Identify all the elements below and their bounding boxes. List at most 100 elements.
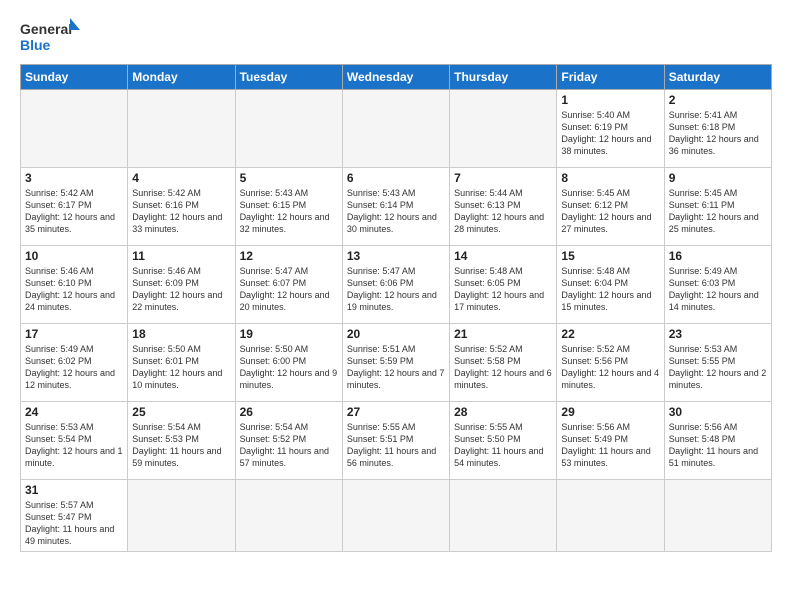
week-row-0: 1Sunrise: 5:40 AM Sunset: 6:19 PM Daylig… [21,90,772,168]
col-header-thursday: Thursday [450,65,557,90]
calendar-cell: 21 Sunrise: 5:52 AM Sunset: 5:58 PM Dayli… [450,324,557,402]
day-number: 12 [240,249,338,263]
logo-svg: GeneralBlue [20,16,80,56]
day-info: Sunrise: 5:47 AM Sunset: 6:07 PM Dayligh… [240,265,338,314]
day-info: Sunrise: 5:53 AM Sunset: 5:55 PM Dayligh… [669,343,767,392]
calendar-cell: 8 Sunrise: 5:45 AM Sunset: 6:12 PM Daylig… [557,168,664,246]
day-info: Sunrise: 5:55 AM Sunset: 5:51 PM Dayligh… [347,421,445,470]
day-info: Sunrise: 5:49 AM Sunset: 6:03 PM Dayligh… [669,265,767,314]
day-info: Sunrise: 5:42 AM Sunset: 6:17 PM Dayligh… [25,187,123,236]
calendar-cell [128,480,235,552]
day-number: 21 [454,327,552,341]
day-number: 27 [347,405,445,419]
calendar-cell: 24 Sunrise: 5:53 AM Sunset: 5:54 PM Dayli… [21,402,128,480]
calendar-cell: 16 Sunrise: 5:49 AM Sunset: 6:03 PM Dayli… [664,246,771,324]
calendar-cell [450,480,557,552]
calendar-cell: 1Sunrise: 5:40 AM Sunset: 6:19 PM Daylig… [557,90,664,168]
calendar-cell: 15 Sunrise: 5:48 AM Sunset: 6:04 PM Dayli… [557,246,664,324]
day-number: 14 [454,249,552,263]
calendar-cell [128,90,235,168]
svg-text:Blue: Blue [20,37,51,53]
calendar-cell: 30Sunrise: 5:56 AM Sunset: 5:48 PM Dayli… [664,402,771,480]
day-info: Sunrise: 5:46 AM Sunset: 6:10 PM Dayligh… [25,265,123,314]
day-number: 20 [347,327,445,341]
day-info: Sunrise: 5:48 AM Sunset: 6:04 PM Dayligh… [561,265,659,314]
calendar-cell: 22Sunrise: 5:52 AM Sunset: 5:56 PM Dayli… [557,324,664,402]
day-info: Sunrise: 5:50 AM Sunset: 6:00 PM Dayligh… [240,343,338,392]
calendar-cell: 18Sunrise: 5:50 AM Sunset: 6:01 PM Dayli… [128,324,235,402]
calendar-cell: 4 Sunrise: 5:42 AM Sunset: 6:16 PM Daylig… [128,168,235,246]
day-number: 28 [454,405,552,419]
col-header-tuesday: Tuesday [235,65,342,90]
day-number: 6 [347,171,445,185]
day-info: Sunrise: 5:53 AM Sunset: 5:54 PM Dayligh… [25,421,123,470]
day-info: Sunrise: 5:48 AM Sunset: 6:05 PM Dayligh… [454,265,552,314]
col-header-monday: Monday [128,65,235,90]
day-number: 3 [25,171,123,185]
calendar-cell: 19Sunrise: 5:50 AM Sunset: 6:00 PM Dayli… [235,324,342,402]
day-number: 15 [561,249,659,263]
day-number: 31 [25,483,123,497]
calendar-cell: 2 Sunrise: 5:41 AM Sunset: 6:18 PM Daylig… [664,90,771,168]
calendar-cell: 14 Sunrise: 5:48 AM Sunset: 6:05 PM Dayli… [450,246,557,324]
calendar-cell: 3 Sunrise: 5:42 AM Sunset: 6:17 PM Daylig… [21,168,128,246]
day-info: Sunrise: 5:55 AM Sunset: 5:50 PM Dayligh… [454,421,552,470]
day-info: Sunrise: 5:44 AM Sunset: 6:13 PM Dayligh… [454,187,552,236]
calendar-cell: 9Sunrise: 5:45 AM Sunset: 6:11 PM Daylig… [664,168,771,246]
week-row-3: 17 Sunrise: 5:49 AM Sunset: 6:02 PM Dayli… [21,324,772,402]
calendar-cell: 12 Sunrise: 5:47 AM Sunset: 6:07 PM Dayli… [235,246,342,324]
day-info: Sunrise: 5:42 AM Sunset: 6:16 PM Dayligh… [132,187,230,236]
day-info: Sunrise: 5:46 AM Sunset: 6:09 PM Dayligh… [132,265,230,314]
day-number: 8 [561,171,659,185]
day-info: Sunrise: 5:51 AM Sunset: 5:59 PM Dayligh… [347,343,445,392]
day-info: Sunrise: 5:41 AM Sunset: 6:18 PM Dayligh… [669,109,767,158]
calendar-cell [235,90,342,168]
calendar-cell [235,480,342,552]
col-header-saturday: Saturday [664,65,771,90]
day-info: Sunrise: 5:52 AM Sunset: 5:58 PM Dayligh… [454,343,552,392]
day-number: 13 [347,249,445,263]
day-number: 23 [669,327,767,341]
calendar-header-row: SundayMondayTuesdayWednesdayThursdayFrid… [21,65,772,90]
day-info: Sunrise: 5:49 AM Sunset: 6:02 PM Dayligh… [25,343,123,392]
day-number: 4 [132,171,230,185]
day-number: 16 [669,249,767,263]
calendar-cell [664,480,771,552]
page: GeneralBlue SundayMondayTuesdayWednesday… [0,0,792,612]
day-number: 25 [132,405,230,419]
week-row-2: 10Sunrise: 5:46 AM Sunset: 6:10 PM Dayli… [21,246,772,324]
col-header-sunday: Sunday [21,65,128,90]
calendar-cell: 28 Sunrise: 5:55 AM Sunset: 5:50 PM Dayli… [450,402,557,480]
calendar-cell: 29 Sunrise: 5:56 AM Sunset: 5:49 PM Dayli… [557,402,664,480]
calendar-cell: 13Sunrise: 5:47 AM Sunset: 6:06 PM Dayli… [342,246,449,324]
day-info: Sunrise: 5:52 AM Sunset: 5:56 PM Dayligh… [561,343,659,392]
day-info: Sunrise: 5:43 AM Sunset: 6:15 PM Dayligh… [240,187,338,236]
day-number: 9 [669,171,767,185]
calendar-cell: 20 Sunrise: 5:51 AM Sunset: 5:59 PM Dayli… [342,324,449,402]
day-info: Sunrise: 5:45 AM Sunset: 6:12 PM Dayligh… [561,187,659,236]
calendar-cell: 25Sunrise: 5:54 AM Sunset: 5:53 PM Dayli… [128,402,235,480]
calendar-cell: 7 Sunrise: 5:44 AM Sunset: 6:13 PM Daylig… [450,168,557,246]
calendar-cell: 26Sunrise: 5:54 AM Sunset: 5:52 PM Dayli… [235,402,342,480]
calendar: SundayMondayTuesdayWednesdayThursdayFrid… [20,64,772,552]
day-number: 2 [669,93,767,107]
col-header-friday: Friday [557,65,664,90]
calendar-cell [450,90,557,168]
day-number: 29 [561,405,659,419]
day-number: 1 [561,93,659,107]
col-header-wednesday: Wednesday [342,65,449,90]
day-info: Sunrise: 5:56 AM Sunset: 5:49 PM Dayligh… [561,421,659,470]
week-row-1: 3 Sunrise: 5:42 AM Sunset: 6:17 PM Daylig… [21,168,772,246]
day-number: 18 [132,327,230,341]
logo: GeneralBlue [20,16,80,56]
calendar-cell: 6Sunrise: 5:43 AM Sunset: 6:14 PM Daylig… [342,168,449,246]
day-number: 17 [25,327,123,341]
svg-text:General: General [20,21,72,37]
header: GeneralBlue [20,16,772,56]
day-number: 7 [454,171,552,185]
day-number: 26 [240,405,338,419]
calendar-cell: 5 Sunrise: 5:43 AM Sunset: 6:15 PM Daylig… [235,168,342,246]
day-number: 5 [240,171,338,185]
day-number: 30 [669,405,767,419]
day-number: 24 [25,405,123,419]
